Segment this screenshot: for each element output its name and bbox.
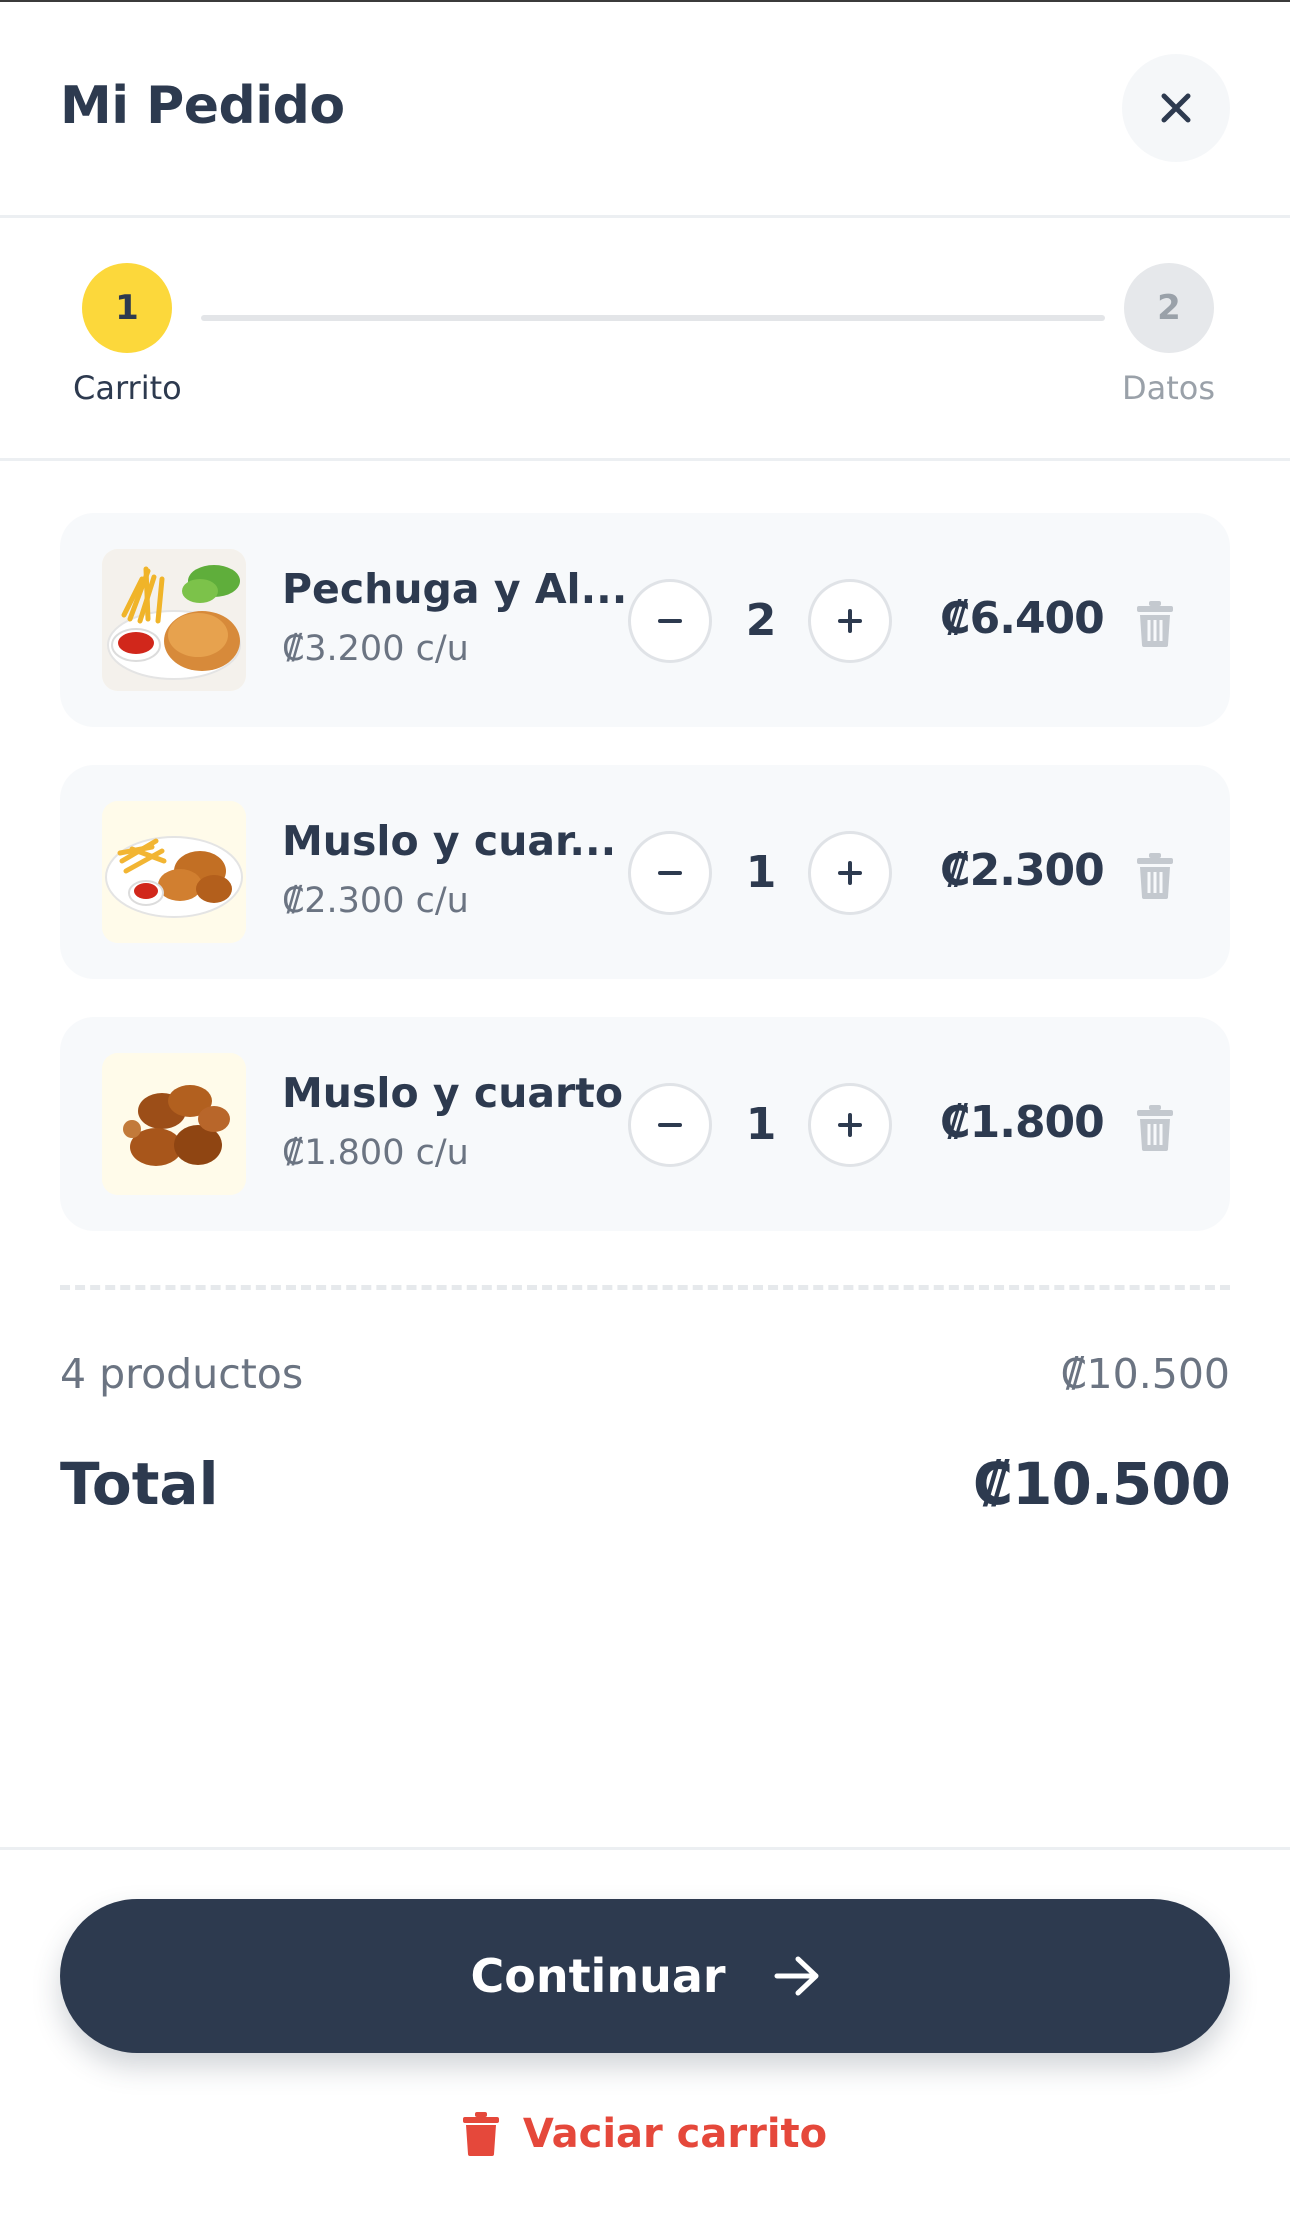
step-1-label: Carrito bbox=[73, 369, 182, 407]
summary-divider bbox=[60, 1285, 1230, 1290]
continue-label: Continuar bbox=[470, 1949, 726, 2003]
trash-icon[interactable] bbox=[1136, 601, 1174, 647]
item-quantity: 1 bbox=[745, 847, 777, 898]
plus-icon bbox=[838, 609, 862, 633]
increase-quantity-button[interactable] bbox=[808, 1083, 892, 1167]
fried-chicken-icon bbox=[102, 1053, 246, 1195]
cart-item: Muslo y cuar... ₡2.300 c/u 1 ₡2.300 bbox=[60, 765, 1230, 979]
step-2-indicator: 2 bbox=[1124, 263, 1214, 353]
decrease-quantity-button[interactable] bbox=[628, 579, 712, 663]
item-quantity: 2 bbox=[745, 595, 777, 646]
chicken-thigh-fries-icon bbox=[102, 801, 246, 943]
product-count: 4 productos bbox=[60, 1350, 304, 1398]
item-total-price: ₡2.300 bbox=[940, 845, 1105, 896]
empty-cart-button[interactable]: Vaciar carrito bbox=[0, 2104, 1290, 2164]
trash-icon[interactable] bbox=[1136, 1105, 1174, 1151]
increase-quantity-button[interactable] bbox=[808, 579, 892, 663]
item-unit-price: ₡3.200 c/u bbox=[282, 629, 469, 669]
arrow-right-icon bbox=[774, 1956, 819, 1996]
step-1-indicator: 1 bbox=[82, 263, 172, 353]
trash-icon bbox=[462, 2112, 499, 2156]
decrease-quantity-button[interactable] bbox=[628, 831, 712, 915]
footer-divider bbox=[0, 1847, 1290, 1850]
close-button[interactable] bbox=[1122, 54, 1230, 162]
checkout-stepper: 1 2 Carrito Datos bbox=[0, 219, 1290, 461]
total-value: ₡10.500 bbox=[972, 1450, 1231, 1518]
item-total-price: ₡6.400 bbox=[940, 593, 1105, 644]
close-icon bbox=[1161, 93, 1191, 123]
plus-icon bbox=[838, 1113, 862, 1137]
item-name: Muslo y cuarto bbox=[282, 1069, 624, 1117]
item-total-price: ₡1.800 bbox=[940, 1097, 1105, 1148]
item-quantity: 1 bbox=[745, 1099, 777, 1150]
decrease-quantity-button[interactable] bbox=[628, 1083, 712, 1167]
minus-icon bbox=[658, 619, 682, 623]
modal-header: Mi Pedido bbox=[0, 2, 1290, 218]
item-name: Pechuga y Al... bbox=[282, 565, 628, 613]
continue-button[interactable]: Continuar bbox=[60, 1899, 1230, 2053]
item-unit-price: ₡1.800 c/u bbox=[282, 1133, 469, 1173]
item-name: Muslo y cuar... bbox=[282, 817, 617, 865]
subtotal-value: ₡10.500 bbox=[1060, 1350, 1230, 1398]
total-label: Total bbox=[60, 1450, 219, 1518]
step-2-label: Datos bbox=[1122, 369, 1216, 407]
item-unit-price: ₡2.300 c/u bbox=[282, 881, 469, 921]
minus-icon bbox=[658, 1123, 682, 1127]
empty-cart-label: Vaciar carrito bbox=[522, 2111, 828, 2157]
plus-icon bbox=[838, 861, 862, 885]
cart-item: Pechuga y Al... ₡3.200 c/u 2 ₡6.400 bbox=[60, 513, 1230, 727]
trash-icon[interactable] bbox=[1136, 853, 1174, 899]
step-progress-line bbox=[201, 315, 1105, 321]
increase-quantity-button[interactable] bbox=[808, 831, 892, 915]
chicken-breast-fries-icon bbox=[102, 549, 246, 691]
page-title: Mi Pedido bbox=[60, 76, 345, 136]
minus-icon bbox=[658, 871, 682, 875]
cart-item: Muslo y cuarto ₡1.800 c/u 1 ₡1.800 bbox=[60, 1017, 1230, 1231]
